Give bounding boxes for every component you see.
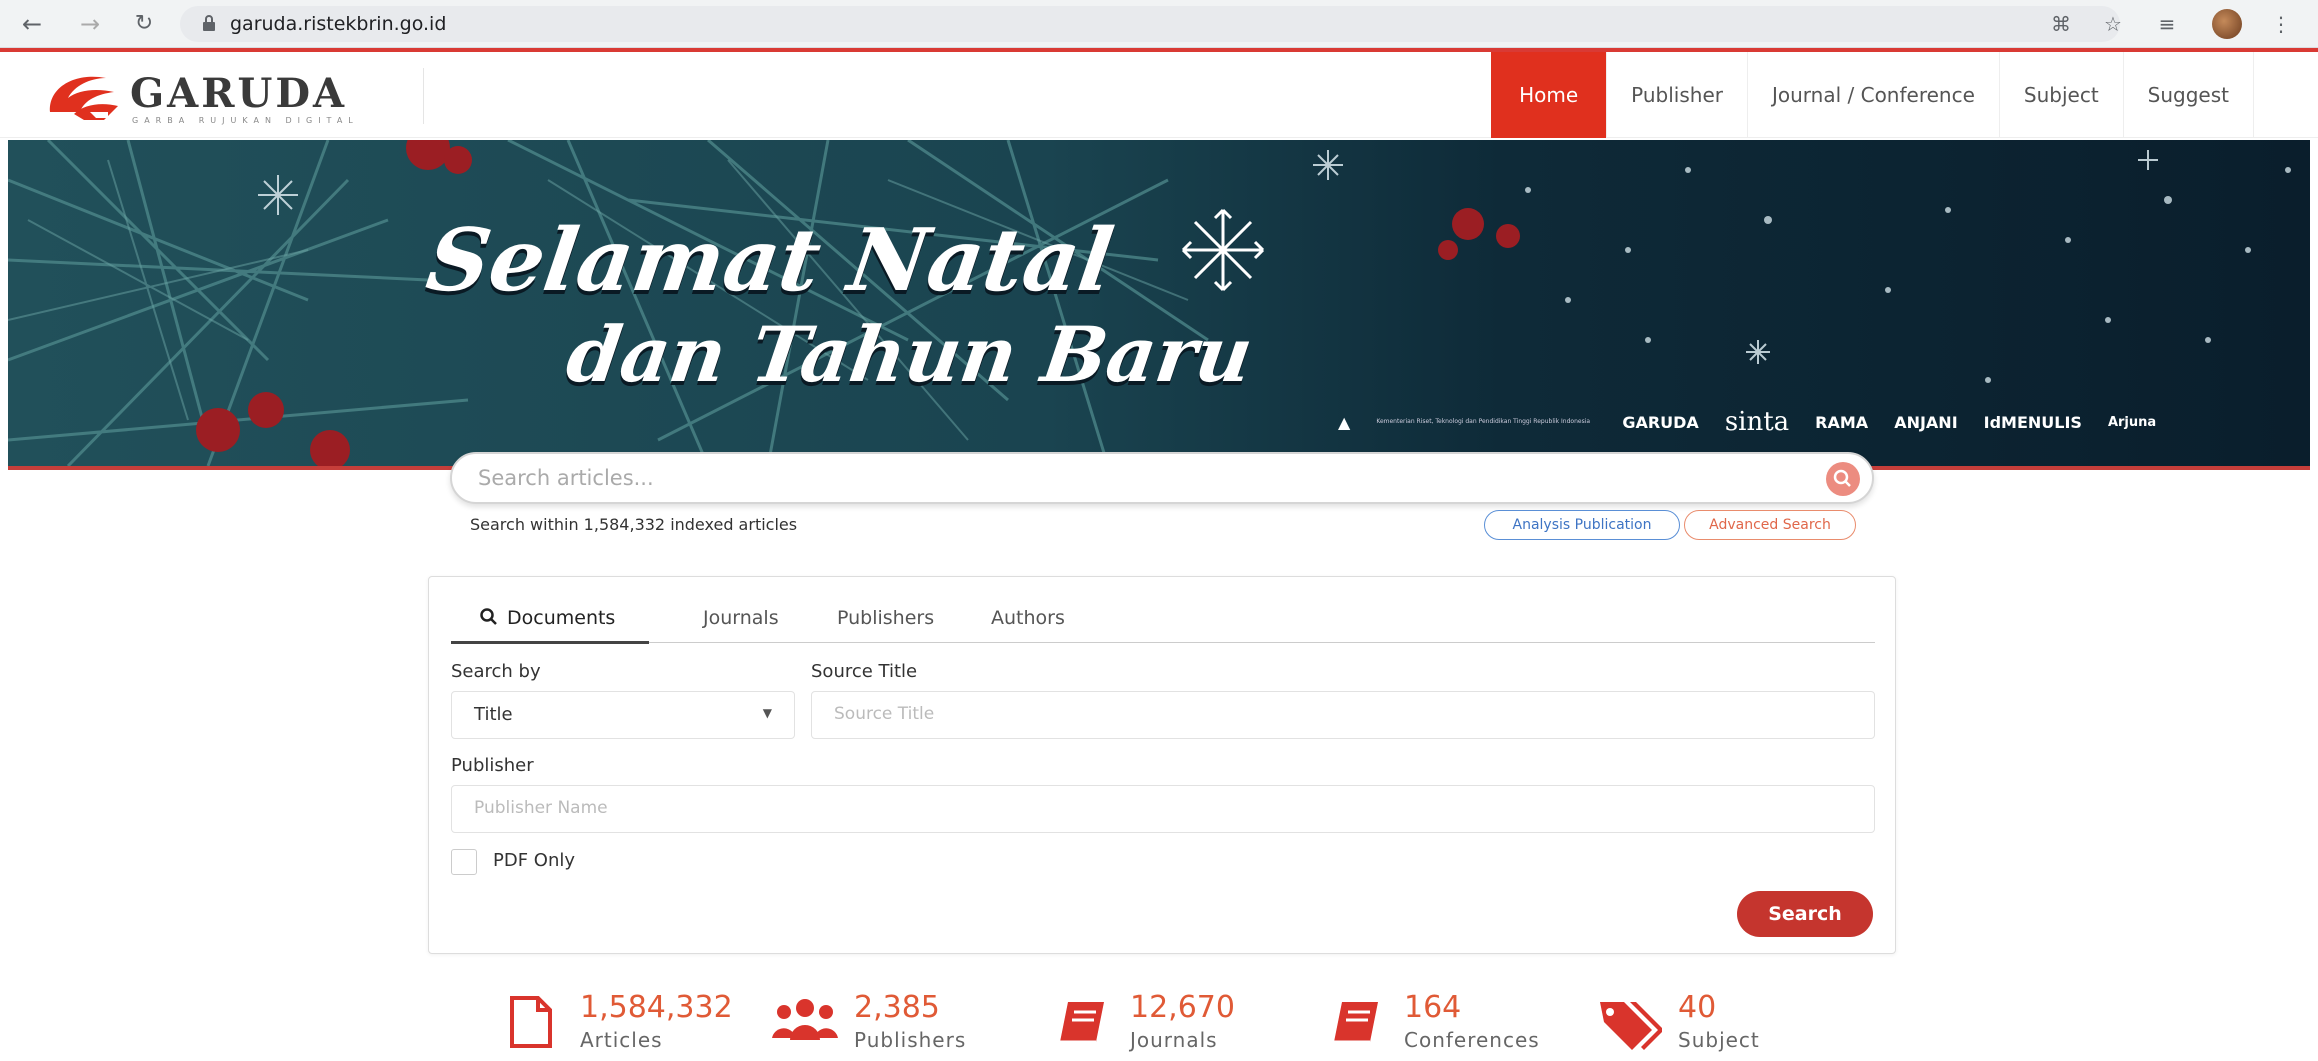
banner-greeting-line2: dan Tahun Baru xyxy=(561,310,1258,399)
ministry-logo-icon: ▲ xyxy=(1338,412,1351,432)
forward-arrow-icon[interactable]: → xyxy=(76,10,104,38)
holiday-banner: Selamat Natal dan Tahun Baru ▲ Kementeri… xyxy=(8,140,2310,466)
book-icon xyxy=(1060,1002,1104,1044)
partner-idmenulis: IdMENULIS xyxy=(1983,412,2082,432)
stat-subject: 40 Subject xyxy=(1596,990,1836,1060)
search-by-label: Search by xyxy=(451,661,541,682)
partner-rama: RAMA xyxy=(1815,412,1869,432)
main-nav: Home Publisher Journal / Conference Subj… xyxy=(1491,52,2254,138)
publisher-input[interactable] xyxy=(474,798,1754,818)
source-title-input[interactable] xyxy=(834,704,1790,724)
book-icon xyxy=(1334,1002,1378,1044)
tab-authors[interactable]: Authors xyxy=(991,607,1065,629)
document-icon xyxy=(510,996,552,1048)
nav-publisher[interactable]: Publisher xyxy=(1606,52,1747,138)
search-tabs: Documents Journals Publishers Authors xyxy=(451,597,1875,644)
site-header: GARUDA GARBA RUJUKAN DIGITAL Home Publis… xyxy=(0,52,2318,138)
extensions-icon[interactable]: ⌘ xyxy=(2046,10,2076,38)
search-submit-button[interactable] xyxy=(1826,462,1860,496)
star-icon[interactable]: ☆ xyxy=(2098,10,2128,38)
stat-journals-value: 12,670 xyxy=(1130,990,1235,1025)
stat-publishers: 2,385 Publishers xyxy=(772,990,1012,1060)
back-arrow-icon[interactable]: ← xyxy=(18,10,46,38)
url-text: garuda.ristekbrin.go.id xyxy=(230,13,447,35)
stat-publishers-value: 2,385 xyxy=(854,990,940,1025)
search-by-select[interactable]: Title ▼ xyxy=(451,691,795,739)
pdf-only-label: PDF Only xyxy=(493,850,576,871)
stat-conferences-label: Conferences xyxy=(1404,1028,1540,1052)
pdf-only-checkbox[interactable] xyxy=(451,849,477,875)
partner-sinta: sinta xyxy=(1724,407,1790,437)
users-icon xyxy=(772,999,838,1040)
stat-articles-value: 1,584,332 xyxy=(580,990,733,1025)
stat-conferences-value: 164 xyxy=(1404,990,1462,1025)
tab-journals[interactable]: Journals xyxy=(703,607,779,629)
reading-list-icon[interactable]: ≡ xyxy=(2152,10,2182,38)
search-icon xyxy=(1833,469,1851,487)
garuda-logo[interactable]: GARUDA GARBA RUJUKAN DIGITAL xyxy=(44,68,424,125)
partner-anjani: ANJANI xyxy=(1894,412,1958,432)
nav-home[interactable]: Home xyxy=(1491,52,1607,138)
search-button[interactable]: Search xyxy=(1737,891,1873,937)
publisher-label: Publisher xyxy=(451,755,534,776)
ministry-caption: Kementerian Riset, Teknologi dan Pendidi… xyxy=(1376,418,1591,425)
menu-dots-icon[interactable]: ⋮ xyxy=(2266,10,2296,38)
stat-articles: 1,584,332 Articles xyxy=(506,990,746,1060)
tags-icon xyxy=(1600,1002,1662,1050)
partner-garuda: GARUDA xyxy=(1622,412,1699,432)
garuda-bird-icon xyxy=(49,76,118,120)
partner-logos: ▲ Kementerian Riset, Teknologi dan Pendi… xyxy=(1338,402,2156,442)
reload-icon[interactable]: ↻ xyxy=(130,10,158,38)
nav-subject[interactable]: Subject xyxy=(1998,52,2123,138)
address-bar[interactable]: garuda.ristekbrin.go.id xyxy=(180,6,2120,42)
search-by-value: Title xyxy=(474,704,513,725)
publisher-field xyxy=(451,785,1875,833)
stat-journals-label: Journals xyxy=(1130,1028,1218,1052)
source-title-label: Source Title xyxy=(811,661,918,682)
search-form-card: Documents Journals Publishers Authors Se… xyxy=(428,576,1896,954)
search-icon xyxy=(480,608,497,625)
stat-journals: 12,670 Journals xyxy=(1054,990,1294,1060)
stat-articles-label: Articles xyxy=(580,1028,663,1052)
browser-toolbar: ← → ↻ garuda.ristekbrin.go.id ⌘ ☆ ≡ ⋮ xyxy=(0,0,2318,48)
stat-subject-value: 40 xyxy=(1678,990,1717,1025)
tab-publishers[interactable]: Publishers xyxy=(837,607,934,629)
caret-down-icon: ▼ xyxy=(762,706,772,720)
analysis-publication-button[interactable]: Analysis Publication xyxy=(1484,510,1680,540)
logo-name: GARUDA xyxy=(130,70,348,117)
source-title-field xyxy=(811,691,1875,739)
advanced-search-button[interactable]: Advanced Search xyxy=(1684,510,1856,540)
stat-publishers-label: Publishers xyxy=(854,1028,967,1052)
article-search-bar xyxy=(450,452,1874,504)
indexed-articles-info: Search within 1,584,332 indexed articles xyxy=(470,515,798,534)
banner-greeting-line1: Selamat Natal xyxy=(420,210,1120,311)
tab-documents[interactable]: Documents xyxy=(479,607,615,629)
partner-arjuna: Arjuna xyxy=(2107,414,2157,430)
tab-documents-label: Documents xyxy=(507,607,616,629)
lock-icon xyxy=(203,15,215,31)
logo-tagline: GARBA RUJUKAN DIGITAL xyxy=(132,116,359,125)
active-tab-indicator xyxy=(451,641,649,644)
stat-conferences: 164 Conferences xyxy=(1328,990,1568,1060)
profile-avatar[interactable] xyxy=(2212,9,2242,39)
article-search-input[interactable] xyxy=(478,464,1778,492)
nav-suggest[interactable]: Suggest xyxy=(2122,52,2254,138)
stat-subject-label: Subject xyxy=(1678,1028,1760,1052)
nav-journal-conference[interactable]: Journal / Conference xyxy=(1746,52,1999,138)
